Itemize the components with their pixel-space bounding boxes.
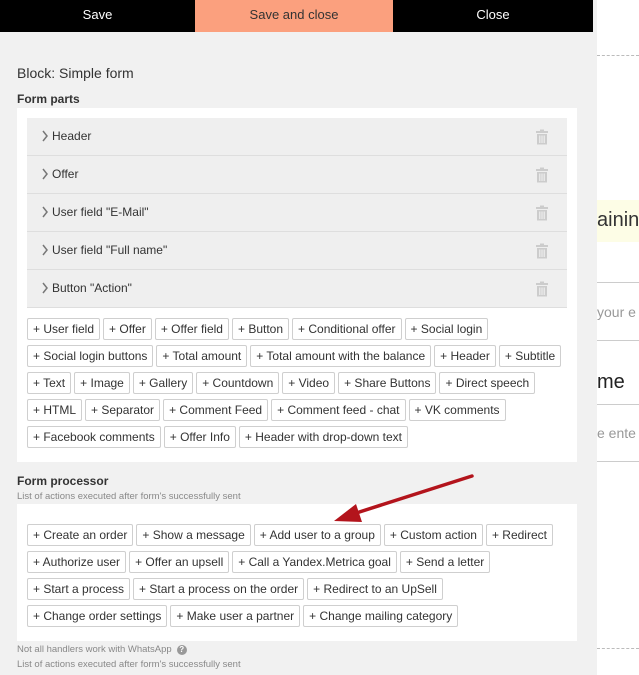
form-parts-title: Form parts (17, 92, 80, 106)
block-settings-panel: Save Save and close Close Block: Simple … (0, 0, 597, 675)
add-total-amount-button[interactable]: + Total amount (156, 345, 248, 367)
add-total-amount-with-the-balance-button[interactable]: + Total amount with the balance (250, 345, 432, 367)
add-action-start-a-process-on-the-order-button[interactable]: + Start a process on the order (133, 578, 305, 600)
add-share-buttons-button[interactable]: + Share Buttons (338, 372, 437, 394)
add-countdown-button[interactable]: + Countdown (196, 372, 280, 394)
add-action-offer-an-upsell-button[interactable]: + Offer an upsell (129, 551, 230, 573)
add-action-send-a-letter-button[interactable]: + Send a letter (399, 551, 491, 573)
add-facebook-comments-button[interactable]: + Facebook comments (27, 426, 161, 448)
trash-icon[interactable] (535, 281, 549, 297)
add-header-with-drop-down-text-button[interactable]: + Header with drop-down text (238, 426, 408, 448)
bg-divider (597, 55, 639, 56)
bg-text-placeholder: your e (597, 304, 636, 320)
form-part-item[interactable]: Offer (27, 156, 567, 194)
add-action-create-an-order-button[interactable]: + Create an order (27, 524, 134, 546)
add-image-button[interactable]: + Image (74, 372, 130, 394)
add-subtitle-button[interactable]: + Subtitle (498, 345, 562, 367)
form-part-label: Offer (52, 167, 79, 181)
chevron-right-icon (42, 168, 48, 180)
add-offer-info-button[interactable]: + Offer Info (163, 426, 236, 448)
form-processor-subtitle: List of actions executed after form's su… (17, 491, 241, 502)
trash-icon[interactable] (535, 205, 549, 221)
add-user-field-button[interactable]: + User field (27, 318, 101, 340)
form-part-label: User field "E-Mail" (52, 205, 149, 219)
add-separator-button[interactable]: + Separator (85, 399, 161, 421)
add-comment-feed-button[interactable]: + Comment Feed (163, 399, 269, 421)
add-offer-field-button[interactable]: + Offer field (154, 318, 229, 340)
add-action-redirect-button[interactable]: + Redirect (485, 524, 553, 546)
question-icon[interactable]: ? (176, 644, 187, 655)
chevron-right-icon (42, 130, 48, 142)
save-button[interactable]: Save (0, 0, 195, 32)
form-part-label: Button "Action" (52, 281, 132, 295)
bg-divider (597, 404, 639, 405)
add-action-call-a-yandex-metrica-goal-button[interactable]: + Call a Yandex.Metrica goal (232, 551, 397, 573)
background-page: aining your e me e ente (597, 0, 639, 675)
form-processor-card: + Create an order + Show a message + Add u… (17, 504, 577, 641)
chevron-right-icon (42, 244, 48, 256)
add-gallery-button[interactable]: + Gallery (132, 372, 194, 394)
bg-divider (597, 461, 639, 462)
add-action-start-a-process-button[interactable]: + Start a process (27, 578, 131, 600)
bg-divider (597, 648, 639, 649)
bg-text-name: me (597, 371, 625, 393)
chevron-right-icon (42, 206, 48, 218)
form-parts-card: Header Offer User field "E-Mail" User field… (17, 108, 577, 462)
form-parts-add-buttons: + User field + Offer + Offer field + Button… (27, 318, 567, 453)
add-action-redirect-to-an-upsell-button[interactable]: + Redirect to an UpSell (307, 578, 443, 600)
whatsapp-note-text: Not all handlers work with WhatsApp (17, 644, 172, 655)
bg-divider (597, 282, 639, 283)
add-action-authorize-user-button[interactable]: + Authorize user (27, 551, 127, 573)
add-vk-comments-button[interactable]: + VK comments (408, 399, 506, 421)
bg-text-placeholder: e ente (597, 425, 636, 441)
trash-icon[interactable] (535, 129, 549, 145)
add-action-change-order-settings-button[interactable]: + Change order settings (27, 605, 168, 627)
add-action-add-user-to-a-group-button[interactable]: + Add user to a group (253, 524, 381, 546)
form-part-item[interactable]: User field "Full name" (27, 232, 567, 270)
save-and-close-button[interactable]: Save and close (195, 0, 393, 32)
top-toolbar: Save Save and close Close (0, 0, 597, 32)
form-part-item[interactable]: User field "E-Mail" (27, 194, 567, 232)
trash-icon[interactable] (535, 243, 549, 259)
form-part-item[interactable]: Button "Action" (27, 270, 567, 308)
whatsapp-note: Not all handlers work with WhatsApp ? (17, 644, 187, 655)
form-parts-list: Header Offer User field "E-Mail" User field… (27, 118, 567, 308)
chevron-right-icon (42, 282, 48, 294)
add-text-button[interactable]: + Text (27, 372, 72, 394)
add-offer-button[interactable]: + Offer (103, 318, 152, 340)
add-html-button[interactable]: + HTML (27, 399, 83, 421)
add-action-show-a-message-button[interactable]: + Show a message (136, 524, 251, 546)
add-direct-speech-button[interactable]: + Direct speech (439, 372, 536, 394)
add-header-button[interactable]: + Header (434, 345, 496, 367)
form-processor-add-buttons: + Create an order + Show a message + Add u… (27, 524, 567, 632)
add-social-login-button[interactable]: + Social login (404, 318, 489, 340)
block-title: Block: Simple form (17, 65, 134, 81)
form-part-item[interactable]: Header (27, 118, 567, 156)
form-part-label: Header (52, 129, 92, 143)
add-conditional-offer-button[interactable]: + Conditional offer (292, 318, 402, 340)
close-button[interactable]: Close (393, 0, 593, 32)
add-action-make-user-a-partner-button[interactable]: + Make user a partner (170, 605, 301, 627)
bg-divider (597, 340, 639, 341)
add-video-button[interactable]: + Video (282, 372, 336, 394)
trash-icon[interactable] (535, 167, 549, 183)
processor-note: List of actions executed after form's su… (17, 659, 241, 670)
add-social-login-buttons-button[interactable]: + Social login buttons (27, 345, 154, 367)
form-part-label: User field "Full name" (52, 243, 168, 257)
add-button-button[interactable]: + Button (231, 318, 290, 340)
add-action-change-mailing-category-button[interactable]: + Change mailing category (303, 605, 459, 627)
add-comment-feed-chat-button[interactable]: + Comment feed - chat (271, 399, 406, 421)
form-processor-title: Form processor (17, 474, 109, 488)
bg-text-training: aining (597, 209, 639, 231)
add-action-custom-action-button[interactable]: + Custom action (383, 524, 483, 546)
